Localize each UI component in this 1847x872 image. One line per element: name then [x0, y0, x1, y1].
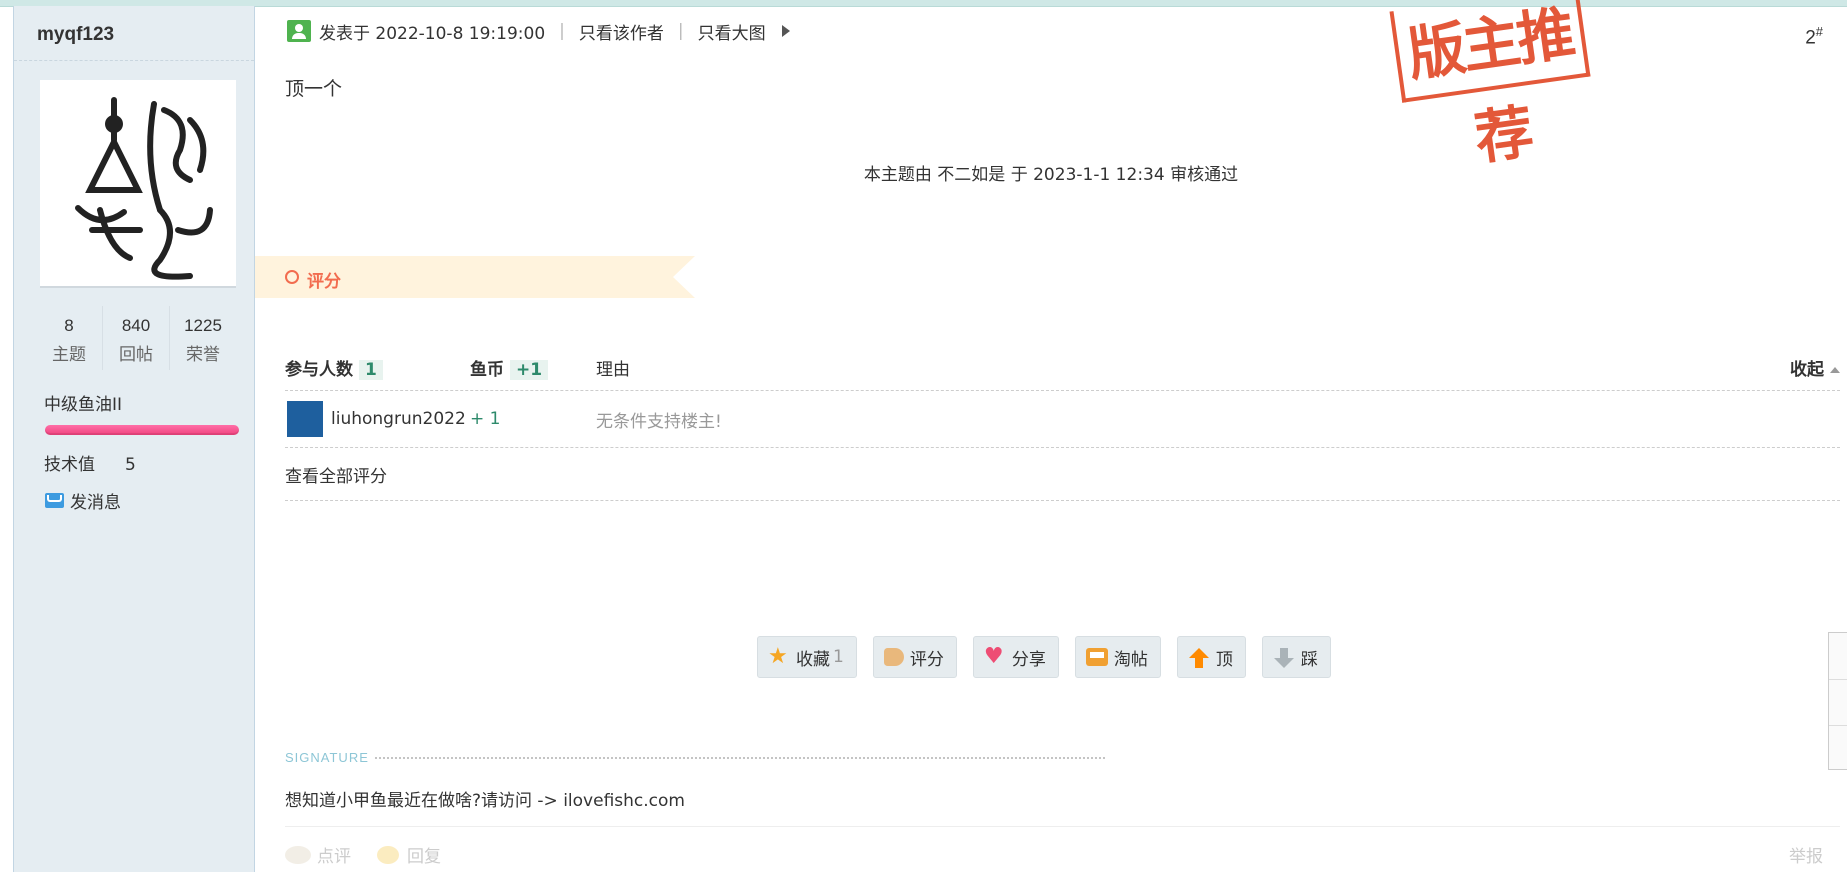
collapse-label: 收起 [1790, 359, 1824, 380]
side-float-tabs[interactable] [1828, 632, 1847, 770]
tray-icon [1085, 648, 1108, 666]
rater-coins-cell: + 1 [470, 409, 596, 429]
author-only-link[interactable]: 只看该作者 [579, 19, 664, 44]
floor-number[interactable]: 2# [1805, 24, 1823, 49]
circle-icon [285, 270, 299, 284]
send-message-label: 发消息 [70, 493, 121, 513]
rater-reason: 无条件支持楼主! [596, 411, 722, 432]
post-time: 发表于 2022-10-8 19:19:00 [319, 23, 546, 44]
stat-replies[interactable]: 840 回帖 [102, 306, 169, 370]
report-link[interactable]: 举报 [1789, 842, 1823, 867]
signature-dots [374, 756, 1105, 759]
review-note: 本主题由 不二如是 于 2023-1-1 12:34 审核通过 [863, 165, 1239, 185]
footer-divider [285, 826, 1840, 827]
reply-icon[interactable] [377, 845, 399, 864]
star-icon: ★ [768, 644, 788, 669]
stat-honor-label: 荣誉 [186, 345, 220, 365]
rating-title: 评分 [307, 272, 341, 292]
rater-name[interactable]: liuhongrun2022 [331, 409, 466, 429]
reason-header: 理由 [596, 359, 630, 380]
rater-coins: + 1 [470, 409, 501, 429]
signature-text[interactable]: 想知道小甲鱼最近在做啥?请访问 -> ilovefishc.com [285, 786, 685, 811]
signature-label: SIGNATURE [285, 750, 369, 765]
stat-honor[interactable]: 1225 荣誉 [169, 306, 236, 370]
participants-cell: 参与人数 1 [285, 355, 470, 380]
tao-button[interactable]: 淘帖 [1074, 636, 1161, 678]
downvote-label: 踩 [1300, 649, 1318, 670]
view-all-ratings-link[interactable]: 查看全部评分 [285, 462, 387, 487]
post-main: 发表于 2022-10-8 19:19:00 | 只看该作者 | 只看大图 2#… [255, 0, 1847, 872]
rater-cell[interactable]: liuhongrun2022 [285, 401, 470, 437]
post-header: 发表于 2022-10-8 19:19:00 | 只看该作者 | 只看大图 [287, 18, 790, 44]
sidebar-divider [14, 60, 254, 61]
stat-threads[interactable]: 8 主题 [36, 306, 102, 370]
post-content: 顶一个 [285, 78, 343, 100]
share-button[interactable]: ♥ 分享 [972, 636, 1059, 678]
coin-cell: 鱼币 +1 [470, 355, 596, 380]
tech-value-row: 技术值 5 [44, 450, 136, 475]
mail-icon [45, 493, 64, 508]
favorite-count: 1 [833, 647, 844, 667]
author-username[interactable]: myqf123 [37, 24, 114, 46]
coin-total: +1 [510, 359, 549, 380]
side-tab-divider [1829, 679, 1847, 680]
upvote-button[interactable]: 顶 [1176, 636, 1246, 678]
send-message-link[interactable]: 发消息 [45, 488, 121, 513]
signature-divider: SIGNATURE [285, 750, 1105, 765]
rating-table-header: 参与人数 1 鱼币 +1 理由 收起 [285, 344, 1840, 391]
author-rank[interactable]: 中级鱼油II [44, 390, 122, 415]
header-separator: | [677, 21, 684, 41]
floor-mark: # [1815, 24, 1823, 39]
author-sidebar: myqf123 8 主题 840 回帖 1225 荣誉 中级鱼油II 技术值 5… [13, 6, 255, 872]
upvote-label: 顶 [1215, 649, 1233, 670]
rating-table-footer: 查看全部评分 [285, 448, 1840, 501]
side-tab-divider [1829, 725, 1847, 726]
tech-value: 5 [125, 455, 136, 475]
comment-icon[interactable] [285, 845, 311, 864]
participants-label: 参与人数 [285, 359, 353, 380]
online-user-icon [287, 20, 311, 42]
table-row: liuhongrun2022 + 1 无条件支持楼主! [285, 391, 1840, 448]
tao-label: 淘帖 [1113, 649, 1148, 670]
rating-table: 参与人数 1 鱼币 +1 理由 收起 liuhongrun2022 + 1 无条件支… [285, 344, 1840, 501]
stat-replies-value: 840 [121, 316, 151, 335]
favorite-button[interactable]: ★ 收藏 1 [757, 636, 857, 678]
post-actions: ★ 收藏 1 评分 ♥ 分享 淘帖 顶 踩 [757, 636, 1347, 678]
downvote-button[interactable]: 踩 [1261, 636, 1331, 678]
tech-label: 技术值 [44, 455, 95, 475]
header-separator: | [559, 21, 565, 41]
rate-label: 评分 [909, 649, 944, 670]
arrow-down-icon [1273, 646, 1295, 668]
stat-replies-label: 回帖 [119, 345, 153, 365]
arrow-right-icon[interactable] [781, 25, 790, 37]
stat-threads-label: 主题 [52, 345, 86, 365]
share-label: 分享 [1011, 649, 1046, 670]
avatar-glyph-icon [75, 97, 213, 280]
stat-honor-value: 1225 [184, 316, 222, 335]
participants-count: 1 [359, 359, 383, 380]
moderator-recommend-stamp: 版主推荐 [1389, 0, 1591, 173]
rater-avatar[interactable] [287, 401, 323, 437]
coin-label: 鱼币 [470, 359, 504, 380]
reply-link[interactable]: 回复 [407, 842, 441, 867]
floor-value: 2 [1805, 27, 1816, 49]
favorite-label: 收藏 [796, 649, 830, 670]
rank-progress-bar [45, 425, 239, 435]
stat-threads-value: 8 [64, 316, 74, 335]
thumbs-up-icon [883, 648, 904, 666]
arrow-up-icon [1188, 646, 1210, 668]
comment-link[interactable]: 点评 [317, 842, 351, 867]
post-footer: 点评 回复 [285, 842, 441, 867]
author-stats: 8 主题 840 回帖 1225 荣誉 [36, 306, 236, 370]
collapse-toggle[interactable]: 收起 [1780, 355, 1840, 380]
big-image-only-link[interactable]: 只看大图 [698, 19, 766, 44]
avatar[interactable] [40, 80, 236, 288]
rate-button[interactable]: 评分 [872, 636, 957, 678]
chevron-up-icon [1830, 366, 1840, 373]
heart-icon: ♥ [983, 644, 1004, 669]
